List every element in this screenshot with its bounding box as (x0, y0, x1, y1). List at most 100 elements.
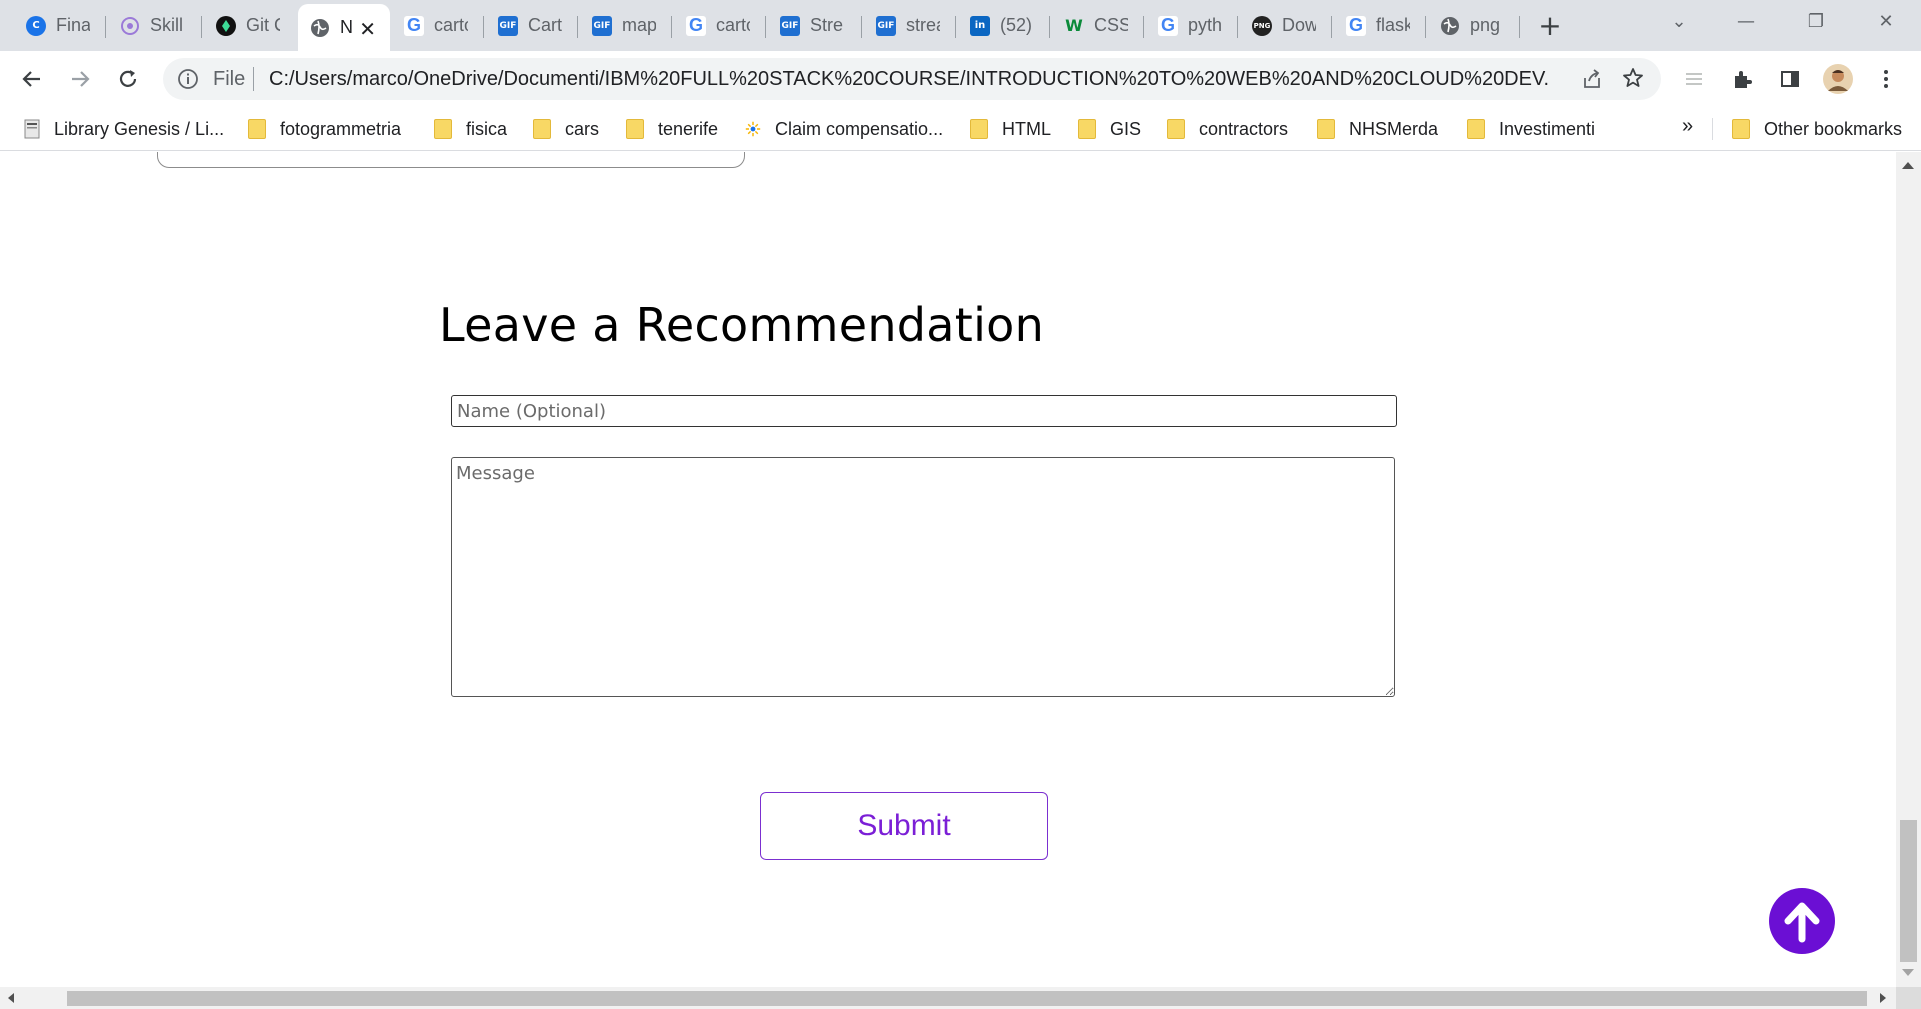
w3schools-icon: W (1065, 16, 1083, 35)
tab-11[interactable]: W CSS (1052, 8, 1144, 43)
gif-icon: GIF (876, 15, 896, 36)
reload-icon (119, 70, 137, 87)
bookmark-nhsmerda[interactable]: NHSMerda (1317, 115, 1438, 143)
bookmark-label: contractors (1199, 118, 1289, 139)
omnibox-separator (253, 67, 254, 91)
tab-separator (201, 16, 202, 38)
vertical-scroll-thumb[interactable] (1900, 820, 1917, 962)
window-close-button[interactable]: ✕ (1866, 6, 1906, 36)
tab-separator (577, 16, 578, 38)
horizontal-scrollbar[interactable] (0, 987, 1896, 1009)
tab-search-button[interactable]: ⌄ (1659, 6, 1699, 36)
tab-14[interactable]: G flask (1334, 8, 1426, 43)
forward-button[interactable] (62, 61, 98, 97)
horizontal-scroll-thumb[interactable] (67, 991, 1867, 1006)
bookmark-claim-compensation[interactable]: Claim compensatio... (745, 115, 943, 143)
submit-button[interactable]: Submit (760, 792, 1048, 860)
scroll-left-arrow-icon[interactable] (8, 993, 14, 1003)
tab-8[interactable]: GIF Stre (768, 8, 862, 43)
tab-1[interactable]: Skill (108, 8, 202, 43)
bookmark-label: fotogrammetria (280, 118, 402, 139)
bookmarks-overflow-button[interactable]: » (1682, 115, 1693, 138)
tab-title: carto (716, 15, 750, 35)
restore-button[interactable]: ❐ (1796, 6, 1836, 36)
tab-5[interactable]: GIF Cart (486, 8, 578, 43)
tab-13[interactable]: PNG Dow (1240, 8, 1332, 43)
bookmark-tenerife[interactable]: tenerife (626, 115, 718, 143)
bookmark-label: Claim compensatio... (775, 118, 944, 139)
folder-icon (1467, 119, 1485, 139)
scroll-right-arrow-icon[interactable] (1880, 993, 1886, 1003)
profile-avatar[interactable] (1820, 61, 1856, 97)
bookmark-fisica[interactable]: fisica (434, 115, 507, 143)
tab-title: strea (906, 15, 940, 35)
tab-separator (671, 16, 672, 38)
name-input[interactable] (451, 395, 1397, 427)
tab-0[interactable]: C Fina (14, 8, 106, 43)
tab-15[interactable]: png (1428, 8, 1520, 43)
bookmark-label: NHSMerda (1349, 118, 1439, 139)
extensions-icon[interactable] (1724, 61, 1760, 97)
bookmark-investimenti[interactable]: Investimenti (1467, 115, 1595, 143)
scroll-down-arrow-icon[interactable] (1902, 969, 1914, 976)
section-title: Leave a Recommendation (439, 298, 1045, 352)
scroll-to-top-button[interactable] (1769, 888, 1835, 954)
tab-4[interactable]: G carto (392, 8, 484, 43)
close-tab-icon[interactable]: ✕ (359, 17, 376, 41)
address-bar[interactable]: File C:/Users/marco/OneDrive/Documenti/I… (163, 58, 1661, 100)
reading-list-icon[interactable] (1676, 61, 1712, 97)
tab-strip: C Fina Skill Git C N ✕ G carto GIF Cart … (0, 0, 1921, 51)
side-panel-icon[interactable] (1772, 61, 1808, 97)
globe-icon (1440, 16, 1460, 36)
bookmark-cars[interactable]: cars (533, 115, 599, 143)
c-icon: C (26, 15, 46, 36)
folder-icon (533, 119, 551, 139)
tab-10[interactable]: in (52) (958, 8, 1050, 43)
other-bookmarks[interactable]: Other bookmarks (1732, 115, 1902, 143)
tab-7[interactable]: G carto (674, 8, 766, 43)
back-button[interactable] (14, 61, 50, 97)
folder-icon (1317, 119, 1335, 139)
scroll-up-arrow-icon[interactable] (1902, 162, 1914, 169)
globe-icon (310, 18, 330, 38)
tab-3-active[interactable]: N ✕ (298, 4, 390, 51)
bookmark-label: GIS (1110, 118, 1142, 139)
previous-section-box (157, 152, 745, 168)
forward-arrow-icon (72, 71, 90, 87)
bookmark-html[interactable]: HTML (970, 115, 1051, 143)
google-icon: G (1346, 15, 1366, 36)
message-textarea[interactable] (451, 457, 1395, 697)
share-icon[interactable] (1581, 68, 1603, 94)
bookmark-contractors[interactable]: contractors (1167, 115, 1288, 143)
bookmarks-bar: Library Genesis / Li... fotogrammetria f… (0, 107, 1921, 151)
tab-9[interactable]: GIF strea (864, 8, 956, 43)
tab-title: Fina (56, 15, 90, 35)
bookmark-fotogrammetria[interactable]: fotogrammetria (248, 115, 401, 143)
bookmark-label: fisica (466, 118, 508, 139)
tab-6[interactable]: GIF map (580, 8, 672, 43)
folder-icon (434, 119, 452, 139)
google-icon: G (404, 15, 424, 36)
menu-icon[interactable] (1868, 61, 1904, 97)
tab-2[interactable]: Git C (204, 8, 296, 43)
url-text[interactable]: C:/Users/marco/OneDrive/Documenti/IBM%20… (269, 68, 1549, 91)
bookmark-gis[interactable]: GIS (1078, 115, 1141, 143)
git-icon (216, 15, 236, 36)
folder-icon (626, 119, 644, 139)
site-info-icon[interactable] (177, 68, 199, 94)
bookmark-label: cars (565, 118, 600, 139)
new-tab-button[interactable]: + (1535, 8, 1565, 43)
bookmark-library-genesis[interactable]: Library Genesis / Li... (24, 115, 224, 143)
minimize-button[interactable]: — (1726, 6, 1766, 36)
tab-12[interactable]: G pyth (1146, 8, 1238, 43)
tab-separator (1237, 16, 1238, 38)
tab-separator (1425, 16, 1426, 38)
tab-separator (483, 16, 484, 38)
folder-icon (1732, 119, 1750, 139)
tab-separator (1049, 16, 1050, 38)
gif-icon: GIF (592, 15, 612, 36)
vertical-scrollbar[interactable] (1896, 152, 1921, 987)
bookmark-star-icon[interactable] (1621, 66, 1645, 94)
tab-title: Dow (1282, 15, 1316, 35)
reload-button[interactable] (110, 61, 146, 97)
